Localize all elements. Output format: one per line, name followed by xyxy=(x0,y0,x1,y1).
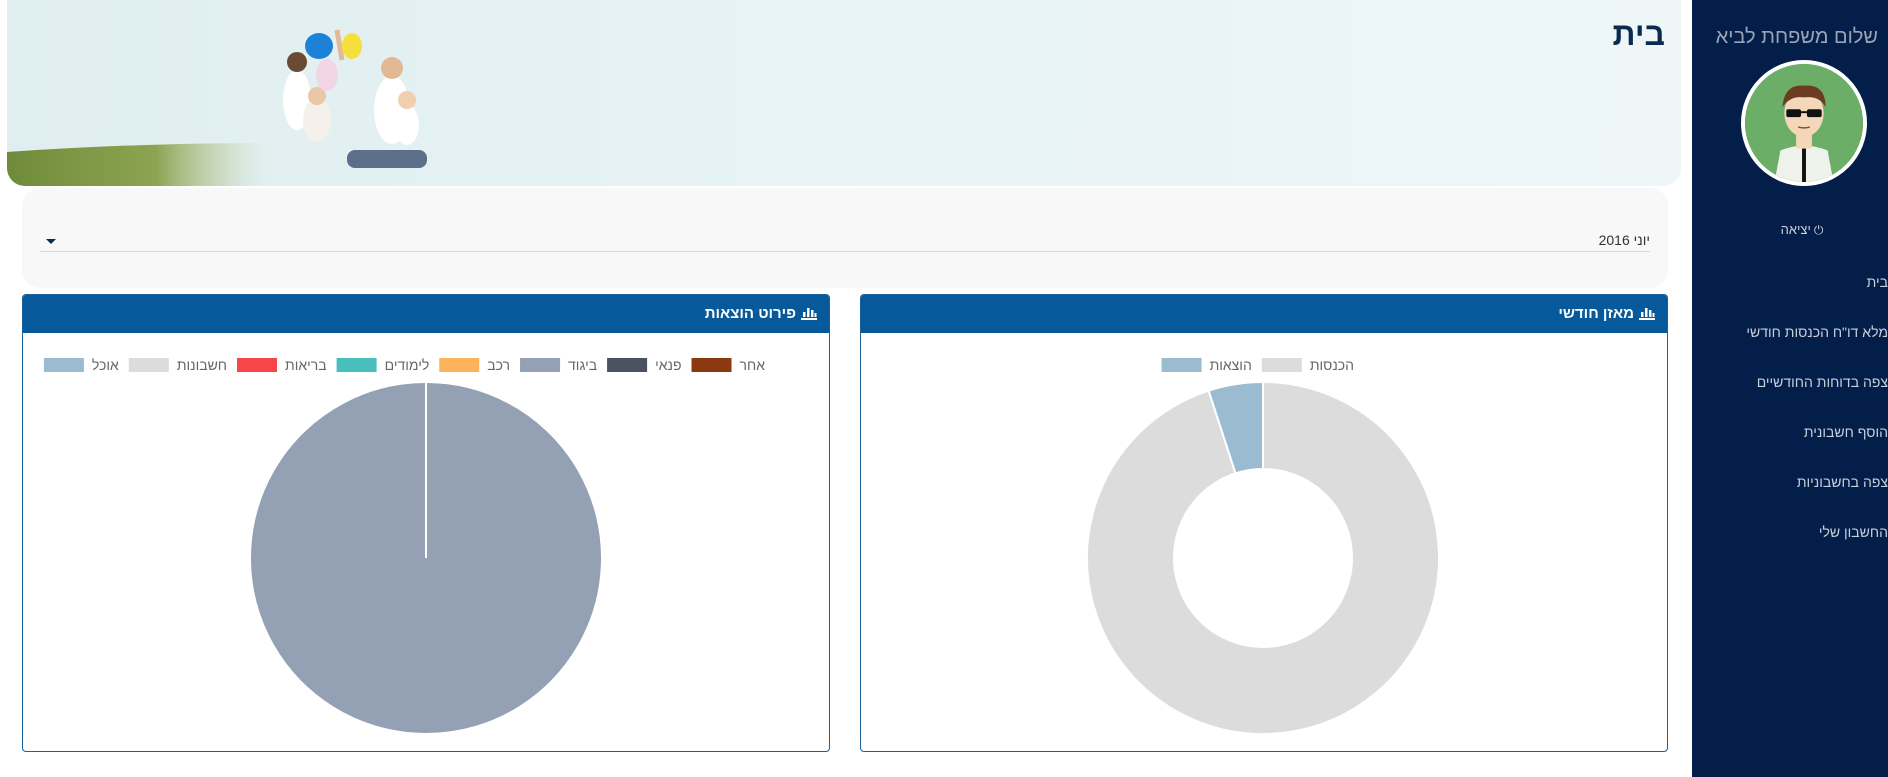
logout-link[interactable]: ⏻יציאה xyxy=(1742,222,1862,238)
power-icon: ⏻ xyxy=(1813,223,1824,237)
sidebar-nav: בית מלא דו"ח הכנסות חודשי צפה בדוחות החו… xyxy=(1692,270,1888,570)
legend-swatch xyxy=(439,358,480,372)
avatar xyxy=(1741,60,1867,186)
month-filter-panel: יוני 2016 xyxy=(22,188,1668,288)
legend-label: ביגוד xyxy=(568,357,597,373)
logout-label: יציאה xyxy=(1780,222,1811,237)
balance-donut-chart: הכנסות הוצאות xyxy=(1086,357,1440,735)
panel-header: פירוט הוצאות xyxy=(23,295,829,333)
legend-swatch xyxy=(1161,358,1202,372)
sidebar-item-label: מלא דו"ח הכנסות חודשי xyxy=(1746,324,1888,340)
legend-label: אחר xyxy=(740,357,766,373)
panel-header: מאזן חודשי xyxy=(861,295,1667,333)
legend-label: פנאי xyxy=(655,357,681,373)
avatar-illustration xyxy=(1745,64,1863,182)
sidebar-item-label: צפה בחשבוניות xyxy=(1796,474,1888,490)
panel-title: מאזן חודשי xyxy=(1558,305,1634,322)
bar-chart-icon xyxy=(801,308,817,320)
page-title: בית xyxy=(1612,16,1665,52)
sidebar-item-view-monthly-reports[interactable]: צפה בדוחות החודשיים xyxy=(1692,370,1888,420)
user-greeting: שלום משפחת לביא xyxy=(1715,26,1878,48)
sidebar-item-monthly-income-report[interactable]: מלא דו"ח הכנסות חודשי xyxy=(1692,320,1888,370)
sidebar-item-my-account[interactable]: החשבון שלי xyxy=(1692,520,1888,570)
sidebar-item-label: החשבון שלי xyxy=(1818,524,1888,540)
header-banner: בית xyxy=(7,0,1681,186)
legend-label: רכב xyxy=(487,357,510,373)
legend-label: הוצאות xyxy=(1210,357,1252,373)
sidebar: שלום משפחת לביא ⏻יציאה בית מלא דו"ח הכנס… xyxy=(1692,0,1888,777)
expenses-chart-area: אחר פנאי ביגוד רכב לימודים בריאות חשבונות אוכל xyxy=(23,333,829,751)
legend-swatch xyxy=(607,358,648,372)
chart-legend: הכנסות הוצאות xyxy=(1161,357,1354,373)
month-select[interactable]: יוני 2016 xyxy=(40,228,1650,252)
sidebar-item-home[interactable]: בית xyxy=(1692,270,1888,320)
sidebar-item-view-invoices[interactable]: צפה בחשבוניות xyxy=(1692,470,1888,520)
family-banner-image xyxy=(7,29,687,186)
sidebar-item-label: הוסף חשבונית xyxy=(1803,424,1888,440)
sidebar-item-label: בית xyxy=(1866,274,1888,290)
sidebar-item-add-invoice[interactable]: הוסף חשבונית xyxy=(1692,420,1888,470)
legend-label: חשבונות xyxy=(177,357,227,373)
bar-chart-icon xyxy=(1639,308,1655,320)
legend-swatch xyxy=(336,358,377,372)
month-select-value: יוני 2016 xyxy=(1598,232,1650,248)
monthly-balance-panel: מאזן חודשי הכנסות הוצאות xyxy=(860,294,1668,752)
expenses-breakdown-panel: פירוט הוצאות אחר פנאי ביגוד רכב לימודים בריאו… xyxy=(22,294,830,752)
legend-swatch xyxy=(520,358,561,372)
legend-label: לימודים xyxy=(385,357,430,373)
chart-legend: אחר פנאי ביגוד רכב לימודים בריאות חשבונות אוכל xyxy=(43,357,766,373)
legend-label: הכנסות xyxy=(1310,357,1354,373)
legend-label: בריאות xyxy=(285,357,327,373)
legend-swatch xyxy=(128,358,169,372)
balloons xyxy=(305,33,362,59)
legend-swatch xyxy=(691,358,732,372)
legend-swatch xyxy=(43,358,84,372)
balance-chart-area: הכנסות הוצאות xyxy=(861,333,1667,751)
panel-title: פירוט הוצאות xyxy=(704,305,796,322)
chevron-down-icon[interactable] xyxy=(46,239,56,244)
legend-label: אוכל xyxy=(92,357,119,373)
legend-swatch xyxy=(237,358,278,372)
sidebar-item-label: צפה בדוחות החודשיים xyxy=(1756,374,1888,390)
expenses-pie-chart: אחר פנאי ביגוד רכב לימודים בריאות חשבונות אוכל xyxy=(43,357,766,735)
legend-swatch xyxy=(1261,358,1302,372)
